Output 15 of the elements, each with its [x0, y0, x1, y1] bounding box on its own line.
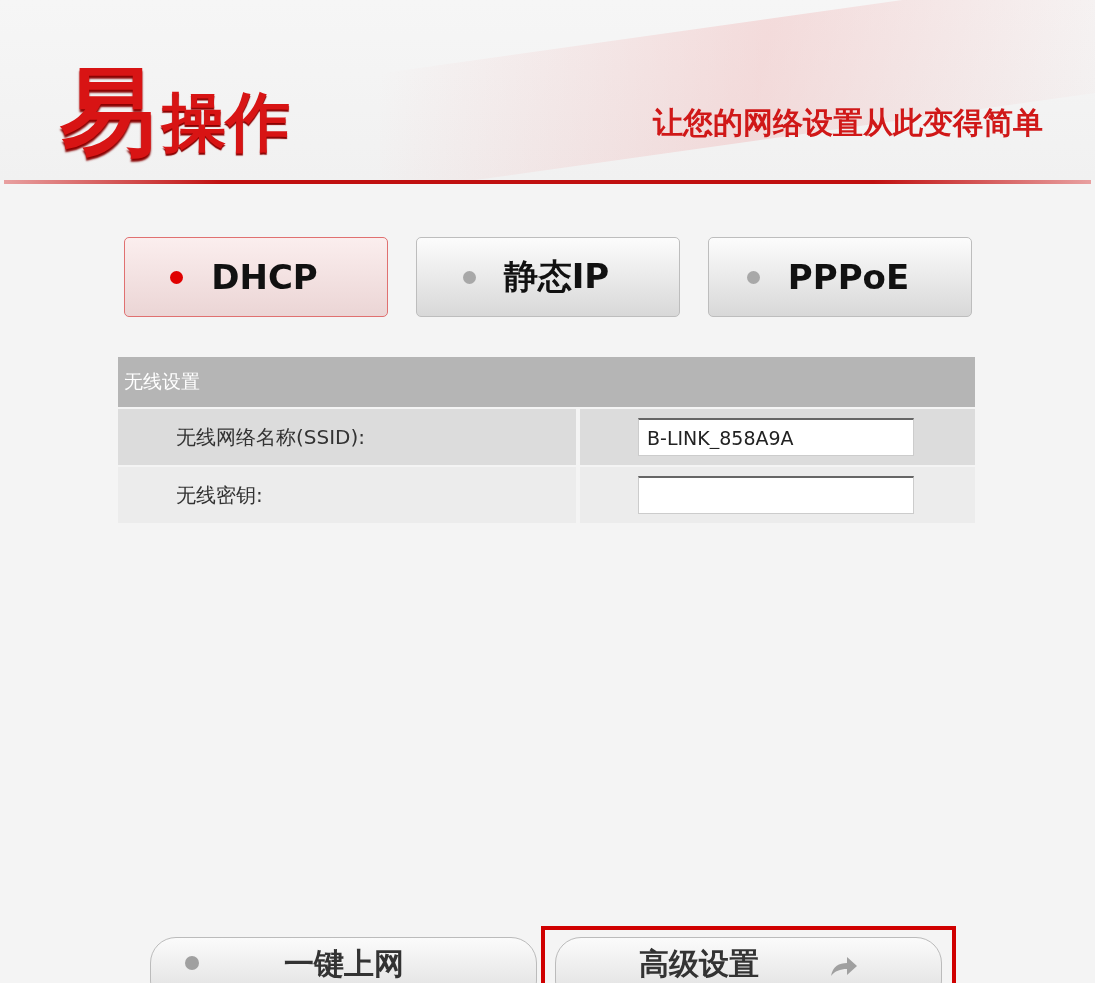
- dot-icon: [185, 956, 199, 970]
- mode-tab[interactable]: DHCP: [124, 237, 388, 317]
- arrow-icon: [828, 954, 859, 978]
- mode-tab[interactable]: 静态IP: [416, 237, 680, 317]
- field-label: 无线网络名称(SSID):: [176, 423, 366, 451]
- section-header: 无线设置: [118, 357, 975, 407]
- input-field[interactable]: [638, 476, 914, 514]
- mode-tab[interactable]: PPPoE: [708, 237, 972, 317]
- slogan: 让您的网络设置从此变得简单: [653, 104, 1043, 142]
- action-button[interactable]: 高级设置: [555, 937, 942, 983]
- logo-text: 操作: [162, 90, 290, 160]
- logo-character: 易: [60, 64, 156, 160]
- action-button[interactable]: 一键上网: [150, 937, 537, 983]
- field-label: 无线密钥:: [176, 481, 263, 509]
- input-field[interactable]: B-LINK_858A9A: [638, 418, 914, 456]
